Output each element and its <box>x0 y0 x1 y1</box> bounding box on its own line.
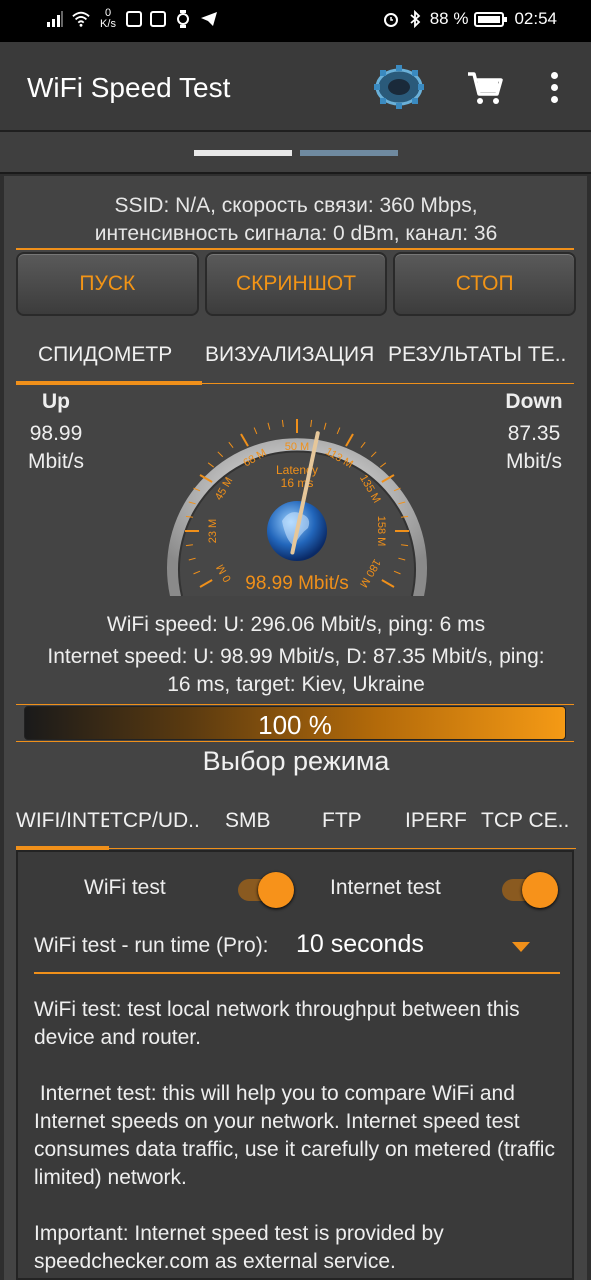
battery-icon <box>474 11 508 27</box>
gauge-tick <box>345 433 354 447</box>
progress-bar: 100 % <box>24 706 566 740</box>
signal-icon <box>47 11 63 27</box>
wifi-speed-result: WiFi speed: U: 296.06 Mbit/s, ping: 6 ms <box>106 613 486 636</box>
overflow-menu-icon[interactable] <box>545 72 563 104</box>
gauge-tick <box>379 462 387 468</box>
app-bar: WiFi Speed Test <box>0 42 591 132</box>
connection-info-line2: интенсивность сигнала: 0 dBm, канал: 36 <box>94 222 498 245</box>
notification-app-icon <box>126 11 142 27</box>
internet-test-toggle[interactable] <box>502 872 558 908</box>
bluetooth-icon <box>410 10 421 28</box>
control-buttons: ПУСК СКРИНШОТ СТОП <box>16 252 577 316</box>
divider <box>16 741 574 742</box>
tab-underline <box>202 383 574 384</box>
download-value: 87.35 <box>507 422 561 445</box>
page-indicator <box>0 132 591 174</box>
mode-tab-smb[interactable]: SMB <box>225 796 285 846</box>
gear-icon[interactable] <box>370 62 428 112</box>
gauge-scale-label: 50 M <box>285 441 309 453</box>
alarm-icon <box>383 13 398 27</box>
divider <box>16 704 574 705</box>
wifi-test-toggle[interactable] <box>238 872 294 908</box>
tab-visualization[interactable]: ВИЗУАЛИЗАЦИЯ <box>205 326 387 384</box>
gauge-tick <box>240 433 249 447</box>
tab-speedometer[interactable]: СПИДОМЕТР <box>38 326 198 384</box>
gauge-tick <box>323 422 327 430</box>
network-speed-indicator: 0 K/s <box>98 8 118 30</box>
mode-tab-iperf[interactable]: IPERF <box>405 796 475 846</box>
app-title: WiFi Speed Test <box>27 72 231 103</box>
mode-title: Выбор режима <box>202 746 390 776</box>
stop-button[interactable]: СТОП <box>393 252 577 316</box>
gauge-tick <box>370 451 377 458</box>
wifi-test-description: WiFi test: test local network throughput… <box>34 998 526 1049</box>
mode-tab-tcp-server[interactable]: TCP CE.. <box>481 796 576 846</box>
gauge-scale-label: 158 M <box>375 516 387 547</box>
progress-label: 100 % <box>258 710 332 740</box>
gauge-tick <box>281 419 284 427</box>
gauge-tick <box>336 427 341 435</box>
internet-speed-result-line2: 16 ms, target: Kiev, Ukraine <box>167 673 425 696</box>
upload-title: Up <box>42 390 70 413</box>
divider <box>16 248 574 250</box>
run-time-select[interactable]: WiFi test - run time (Pro): 10 seconds <box>34 920 560 974</box>
net-speed-unit: K/s <box>100 18 116 30</box>
gauge-tick <box>217 451 224 458</box>
current-speed: 98.99 Mbit/s <box>245 573 349 594</box>
tab-results[interactable]: РЕЗУЛЬТАТЫ ТЕ.. <box>388 326 576 384</box>
run-time-label: WiFi test - run time (Pro): <box>34 934 269 957</box>
status-bar: 0 K/s 88 % 02:54 <box>0 0 591 42</box>
gauge-tick <box>207 462 215 468</box>
mode-tabs: WIFI/INTE TCP/UD.. SMB FTP IPERF TCP CE.… <box>16 796 576 852</box>
gauge-scale-label: 23 M <box>207 519 219 543</box>
important-note: Important: Internet speed test is provid… <box>34 1222 450 1273</box>
download-title: Down <box>505 390 563 413</box>
internet-test-description: Internet test: this will help you to com… <box>34 1082 561 1189</box>
view-tabs: СПИДОМЕТР ВИЗУАЛИЗАЦИЯ РЕЗУЛЬТАТЫ ТЕ.. <box>16 326 576 386</box>
upload-readout: Up 98.99 Mbit/s <box>16 388 96 476</box>
start-button[interactable]: ПУСК <box>16 252 199 316</box>
run-time-value[interactable]: 10 seconds <box>296 930 424 959</box>
gauge-tick <box>310 419 313 427</box>
cart-icon[interactable] <box>466 69 504 107</box>
page-indicator-inactive[interactable] <box>300 150 398 156</box>
tab-active-indicator <box>16 381 202 385</box>
telegram-icon <box>201 12 217 26</box>
wifi-test-label: WiFi test <box>84 876 166 899</box>
notification-triangle-icon <box>150 11 166 27</box>
gauge-tick <box>253 427 258 435</box>
clock: 02:54 <box>514 9 557 28</box>
connection-info: SSID: N/A, скорость связи: 360 Mbps, инт… <box>16 192 576 248</box>
dropdown-arrow-icon[interactable] <box>512 942 530 952</box>
upload-unit: Mbit/s <box>27 450 84 473</box>
internet-speed-result-line1: Internet speed: U: 98.99 Mbit/s, D: 87.3… <box>47 645 545 668</box>
screenshot-button[interactable]: СКРИНШОТ <box>204 252 388 316</box>
main-panel: SSID: N/A, скорость связи: 360 Mbps, инт… <box>4 176 587 1280</box>
download-readout: Down 87.35 Mbit/s <box>494 388 574 476</box>
connection-info-line1: SSID: N/A, скорость связи: 360 Mbps, <box>114 194 478 217</box>
page-indicator-active[interactable] <box>194 150 292 156</box>
watch-icon <box>177 10 189 28</box>
wifi-icon <box>72 11 90 27</box>
gauge-tick <box>228 441 234 449</box>
gauge-tick <box>360 441 366 449</box>
mode-tab-wifi-internet[interactable]: WIFI/INTE <box>16 796 109 846</box>
battery-percent: 88 % <box>429 9 469 28</box>
gauge-tick <box>267 422 271 430</box>
mode-tab-ftp[interactable]: FTP <box>322 796 382 846</box>
mode-tab-underline <box>109 848 576 849</box>
internet-test-label: Internet test <box>330 876 441 899</box>
upload-value: 98.99 <box>29 422 83 445</box>
download-unit: Mbit/s <box>505 450 562 473</box>
settings-panel: WiFi test Internet test WiFi test - run … <box>16 850 574 1280</box>
mode-tab-tcp-udp[interactable]: TCP/UD.. <box>110 796 206 846</box>
speedometer-gauge: 0 M23 M45 M68 M 50 M 113 M135 M158 M180 M … <box>167 419 427 597</box>
